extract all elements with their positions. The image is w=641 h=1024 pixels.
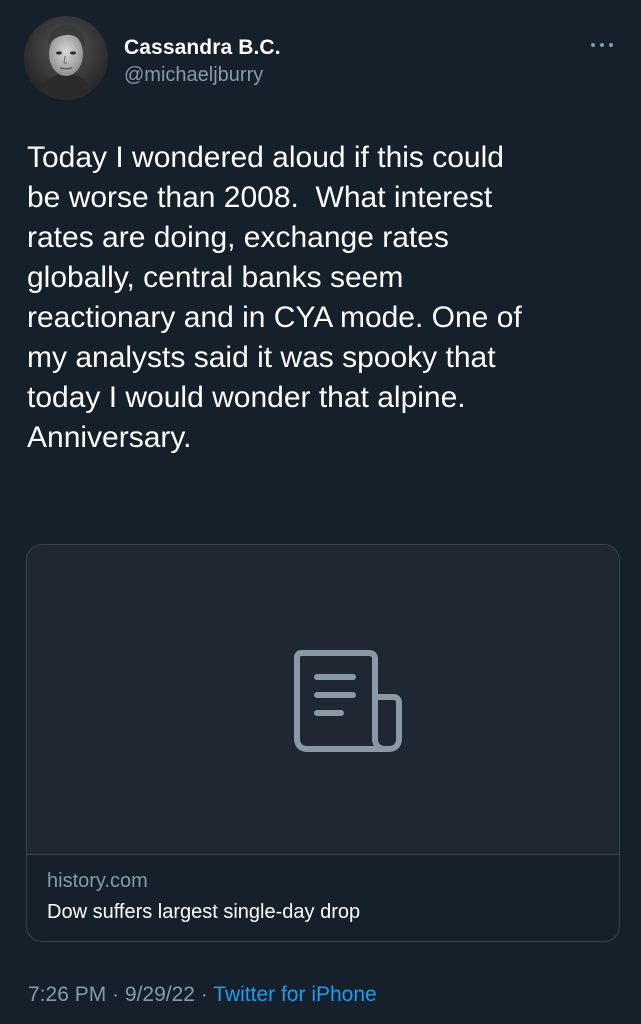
meta-separator: · [200, 983, 208, 1006]
meta-separator: · [112, 983, 120, 1006]
link-preview-card[interactable]: history.com Dow suffers largest single-d… [26, 544, 620, 942]
card-domain: history.com [47, 870, 148, 892]
more-options-icon[interactable] [589, 40, 619, 52]
tweet-detail: Cassandra B.C. @michaeljburry Today I wo… [0, 0, 641, 1024]
display-name[interactable]: Cassandra B.C. [124, 36, 281, 60]
tweet-metadata: 7:26 PM · 9/29/22 · Twitter for iPhone [28, 983, 377, 1007]
card-title: Dow suffers largest single-day drop [47, 901, 361, 923]
tweet-source-link[interactable]: Twitter for iPhone [213, 983, 376, 1006]
card-media-placeholder [27, 545, 619, 855]
document-icon [294, 650, 402, 752]
tweet-time[interactable]: 7:26 PM [28, 983, 106, 1006]
avatar[interactable] [24, 16, 108, 100]
user-handle[interactable]: @michaeljburry [124, 64, 263, 87]
tweet-text: Today I wondered aloud if this could be … [27, 141, 522, 454]
tweet-date[interactable]: 9/29/22 [125, 983, 195, 1006]
user-avatar-photo-icon [24, 16, 108, 100]
tweet-header: Cassandra B.C. @michaeljburry [24, 16, 624, 106]
